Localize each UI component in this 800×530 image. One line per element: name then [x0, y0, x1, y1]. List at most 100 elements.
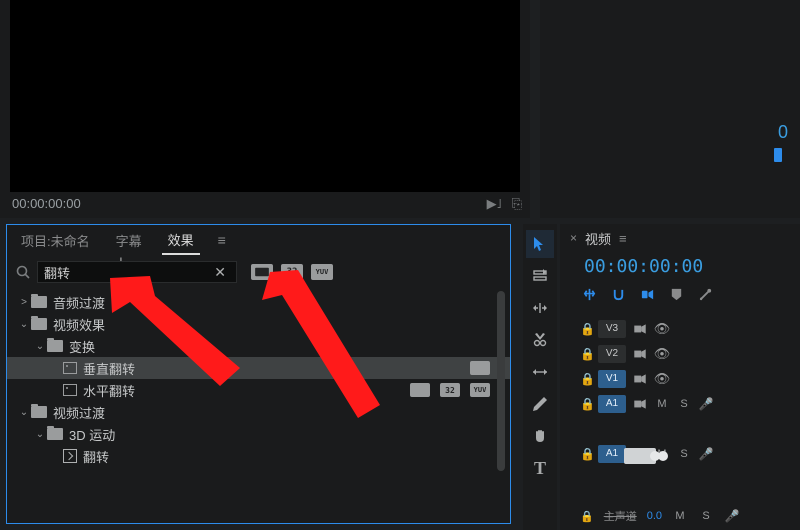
slip-tool[interactable]	[526, 358, 554, 386]
tree-label: 3D 运动	[69, 425, 115, 444]
tree-label: 垂直翻转	[83, 359, 135, 378]
lock-icon[interactable]: 🔒	[580, 510, 594, 523]
yuv-filter-icon[interactable]: YUV	[311, 264, 333, 280]
razor-tool[interactable]	[526, 326, 554, 354]
panel-menu-icon[interactable]: ≡	[619, 231, 627, 246]
snap-icon[interactable]	[611, 287, 626, 302]
timeline-tab-bar: × 视频 ≡	[560, 224, 800, 252]
tree-label: 翻转	[83, 447, 109, 466]
voice-record-icon[interactable]: 🎤	[724, 509, 740, 523]
track-label[interactable]: A1	[598, 445, 626, 463]
tab-subtitles[interactable]: 字幕	[110, 227, 148, 254]
effects-search-value: 翻转	[44, 263, 210, 282]
in-point-marker-icon[interactable]	[774, 148, 782, 162]
selection-tool[interactable]	[526, 230, 554, 258]
tree-item-vertical-flip[interactable]: 垂直翻转	[7, 357, 510, 379]
program-timecode[interactable]: 00:00:00:00	[12, 196, 81, 211]
pen-tool[interactable]	[526, 390, 554, 418]
track-headers: 🔒 V3 👁 🔒 V2 👁 🔒 V1 👁 🔒 A1 M	[560, 310, 800, 466]
eye-icon[interactable]: 👁	[654, 371, 670, 387]
lock-icon[interactable]: 🔒	[580, 447, 592, 461]
scrollbar-thumb[interactable]	[497, 291, 505, 471]
timeline-panel: × 视频 ≡ 00:00:00:00 🔒	[560, 224, 800, 530]
toggle-output-icon[interactable]	[632, 346, 648, 362]
toggle-output-icon[interactable]	[632, 321, 648, 337]
master-track[interactable]: 🔒 主声道 0.0 M S 🎤	[580, 508, 740, 524]
chevron-down-icon: ⌄	[17, 319, 31, 330]
32bit-filter-icon[interactable]: 32	[281, 264, 303, 280]
lock-icon[interactable]: 🔒	[580, 372, 592, 386]
effects-scrollbar[interactable]	[497, 291, 507, 521]
toggle-output-icon[interactable]	[632, 371, 648, 387]
tree-item-flip[interactable]: 翻转	[7, 445, 510, 467]
type-tool[interactable]: T	[526, 454, 554, 482]
track-label[interactable]: V2	[598, 345, 626, 363]
linked-selection-icon[interactable]	[640, 287, 655, 302]
source-monitor-strip: 0	[540, 0, 800, 218]
32bit-badge-icon: 32	[440, 383, 460, 397]
play-stop-icon[interactable]: ▶˩	[487, 196, 502, 212]
chevron-down-icon: ⌄	[17, 407, 31, 418]
tree-folder-video-effects[interactable]: ⌄ 视频效果	[7, 313, 510, 335]
preset-icon	[63, 384, 77, 396]
marker-icon[interactable]	[669, 287, 684, 302]
lock-icon[interactable]: 🔒	[580, 322, 592, 336]
accelerated-fx-filter-icon[interactable]	[251, 264, 273, 280]
lock-icon[interactable]: 🔒	[580, 347, 592, 361]
track-label[interactable]: V3	[598, 320, 626, 338]
voice-record-icon[interactable]: 🎤	[698, 397, 714, 411]
tab-sequence[interactable]: 视频	[585, 229, 611, 248]
tool-palette: T	[523, 224, 557, 530]
track-a1[interactable]: 🔒 A1 M S 🎤	[560, 391, 800, 416]
timeline-toolbar	[560, 283, 800, 310]
tab-effects[interactable]: 效果	[162, 226, 200, 255]
panel-tab-bar: 项目:未命名 字幕 效果 ≡	[7, 225, 510, 255]
timeline-timecode[interactable]: 00:00:00:00	[560, 252, 800, 283]
ripple-edit-tool[interactable]	[526, 294, 554, 322]
panel-menu-icon[interactable]: ≡	[214, 232, 230, 248]
solo-icon[interactable]: S	[676, 398, 692, 410]
track-v2[interactable]: 🔒 V2 👁	[560, 341, 800, 366]
solo-icon[interactable]: S	[676, 448, 692, 460]
close-icon[interactable]: ×	[570, 231, 577, 245]
track-v1[interactable]: 🔒 V1 👁	[560, 366, 800, 391]
eye-icon[interactable]: 👁	[654, 346, 670, 362]
insert-icon[interactable]	[582, 287, 597, 302]
chevron-right-icon: >	[17, 297, 31, 308]
chevron-down-icon: ⌄	[33, 341, 47, 352]
audio-clip-thumbnail[interactable]	[624, 446, 668, 466]
track-v3[interactable]: 🔒 V3 👁	[560, 316, 800, 341]
search-icon	[15, 264, 31, 280]
hand-tool[interactable]	[526, 422, 554, 450]
lock-icon[interactable]: 🔒	[580, 397, 592, 411]
folder-icon	[47, 428, 63, 440]
search-clear-icon[interactable]: ✕	[210, 264, 230, 281]
effects-search-input[interactable]: 翻转 ✕	[37, 261, 237, 283]
track-a1-clip[interactable]	[560, 416, 800, 441]
mute-icon[interactable]: M	[654, 398, 670, 410]
toggle-output-icon[interactable]	[632, 396, 648, 412]
tree-item-horizontal-flip[interactable]: 水平翻转 32 YUV	[7, 379, 510, 401]
accelerated-badge-icon	[470, 361, 490, 375]
tree-folder-transform[interactable]: ⌄ 变换	[7, 335, 510, 357]
tree-label: 音频过渡	[53, 293, 105, 312]
tree-folder-3d-motion[interactable]: ⌄ 3D 运动	[7, 423, 510, 445]
tab-project[interactable]: 项目:未命名	[15, 227, 96, 254]
tree-folder-audio-transitions[interactable]: > 音频过渡	[7, 291, 510, 313]
tree-label: 水平翻转	[83, 381, 135, 400]
track-select-tool[interactable]	[526, 262, 554, 290]
voice-record-icon[interactable]: 🎤	[698, 447, 714, 461]
tree-label: 视频效果	[53, 315, 105, 334]
track-label[interactable]: A1	[598, 395, 626, 413]
program-monitor-viewport[interactable]	[10, 0, 520, 192]
track-label[interactable]: V1	[598, 370, 626, 388]
preset-icon	[63, 362, 77, 374]
track-a1b[interactable]: 🔒 A1 M S 🎤	[560, 441, 800, 466]
export-frame-icon[interactable]: ⎘	[512, 196, 522, 212]
eye-icon[interactable]: 👁	[654, 321, 670, 337]
effects-panel: 项目:未命名 字幕 效果 ≡ Ⅰ 翻转 ✕ 32 YUV	[6, 224, 511, 524]
source-value[interactable]: 0	[778, 122, 788, 143]
settings-icon[interactable]	[698, 287, 713, 302]
tree-folder-video-transitions[interactable]: ⌄ 视频过渡	[7, 401, 510, 423]
program-monitor-panel: 00:00:00:00 ▶˩ ⎘	[0, 0, 530, 218]
